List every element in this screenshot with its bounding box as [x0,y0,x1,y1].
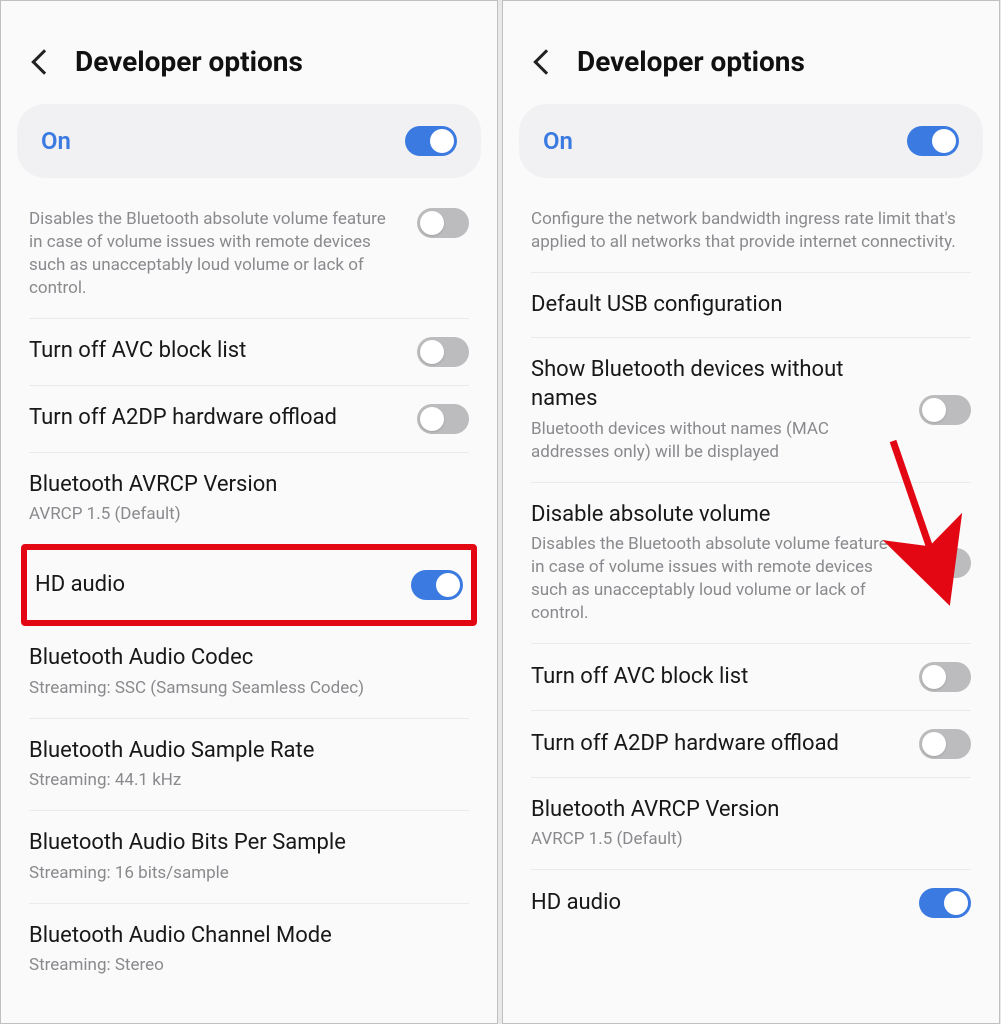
setting-description: Streaming: Stereo [29,954,469,977]
list-item[interactable]: Bluetooth Audio Codec Streaming: SSC (Sa… [29,626,469,719]
list-item[interactable]: Bluetooth AVRCP Version AVRCP 1.5 (Defau… [531,778,971,871]
list-item[interactable]: Turn off A2DP hardware offload [531,711,971,778]
list-item-hd-audio[interactable]: HD audio [27,550,471,620]
setting-toggle[interactable] [417,337,469,367]
list-item-disable-absolute-volume[interactable]: Disable absolute volume Disables the Blu… [531,483,971,644]
list-item[interactable]: Bluetooth AVRCP Version AVRCP 1.5 (Defau… [29,453,469,545]
back-icon[interactable] [31,49,56,74]
list-item[interactable]: Configure the network bandwidth ingress … [531,196,971,273]
list-item[interactable]: HD audio [531,870,971,936]
master-toggle-label: On [41,127,71,155]
setting-description: Streaming: 44.1 kHz [29,769,469,792]
setting-title: Bluetooth Audio Channel Mode [29,922,469,951]
page-title: Developer options [577,45,805,78]
settings-list: Configure the network bandwidth ingress … [503,196,999,936]
header: Developer options [1,1,497,96]
setting-description: AVRCP 1.5 (Default) [531,828,971,851]
setting-title: Bluetooth Audio Bits Per Sample [29,829,469,858]
setting-title: Turn off A2DP hardware offload [29,404,401,433]
master-toggle-row[interactable]: On [17,104,481,178]
list-item[interactable]: Disables the Bluetooth absolute volume f… [29,196,469,319]
setting-toggle[interactable] [919,395,971,425]
setting-title: Turn off AVC block list [531,663,903,692]
setting-description: Disables the Bluetooth absolute volume f… [29,208,401,300]
phone-left: Developer options On Disables the Blueto… [0,0,498,1024]
setting-title: Bluetooth AVRCP Version [29,471,469,500]
settings-list: Disables the Bluetooth absolute volume f… [1,196,497,995]
setting-title: HD audio [35,571,395,600]
setting-description: Configure the network bandwidth ingress … [531,208,971,254]
list-item[interactable]: Turn off A2DP hardware offload [29,386,469,453]
setting-description: Disables the Bluetooth absolute volume f… [531,533,903,625]
list-item[interactable]: Bluetooth Audio Sample Rate Streaming: 4… [29,719,469,812]
setting-title: HD audio [531,889,903,918]
setting-title: Bluetooth Audio Codec [29,644,469,673]
setting-toggle[interactable] [919,662,971,692]
setting-title: Bluetooth Audio Sample Rate [29,737,469,766]
setting-toggle[interactable] [919,729,971,759]
list-item[interactable]: Bluetooth Audio Bits Per Sample Streamin… [29,811,469,904]
setting-toggle[interactable] [919,888,971,918]
list-item[interactable]: Turn off AVC block list [531,644,971,711]
setting-description: Streaming: 16 bits/sample [29,862,469,885]
setting-toggle[interactable] [919,548,971,578]
list-item[interactable]: Show Bluetooth devices without names Blu… [531,338,971,482]
setting-title: Default USB configuration [531,291,971,320]
setting-description: Bluetooth devices without names (MAC add… [531,418,903,464]
setting-title: Turn off AVC block list [29,337,401,366]
list-item[interactable]: Turn off AVC block list [29,319,469,386]
phone-right: Developer options On Configure the netwo… [502,0,1000,1024]
back-icon[interactable] [533,49,558,74]
master-toggle-row[interactable]: On [519,104,983,178]
page-title: Developer options [75,45,303,78]
setting-description: AVRCP 1.5 (Default) [29,503,469,526]
setting-title: Disable absolute volume [531,501,903,530]
setting-toggle[interactable] [417,208,469,238]
list-item[interactable]: Default USB configuration [531,273,971,339]
header: Developer options [503,1,999,96]
setting-toggle[interactable] [417,404,469,434]
setting-toggle[interactable] [411,570,463,600]
setting-description: Streaming: SSC (Samsung Seamless Codec) [29,677,469,700]
master-toggle[interactable] [405,126,457,156]
master-toggle-label: On [543,127,573,155]
master-toggle[interactable] [907,126,959,156]
list-item[interactable]: Bluetooth Audio Channel Mode Streaming: … [29,904,469,996]
setting-title: Turn off A2DP hardware offload [531,730,903,759]
setting-title: Show Bluetooth devices without names [531,356,903,413]
highlight-annotation: HD audio [21,544,477,626]
setting-title: Bluetooth AVRCP Version [531,796,971,825]
